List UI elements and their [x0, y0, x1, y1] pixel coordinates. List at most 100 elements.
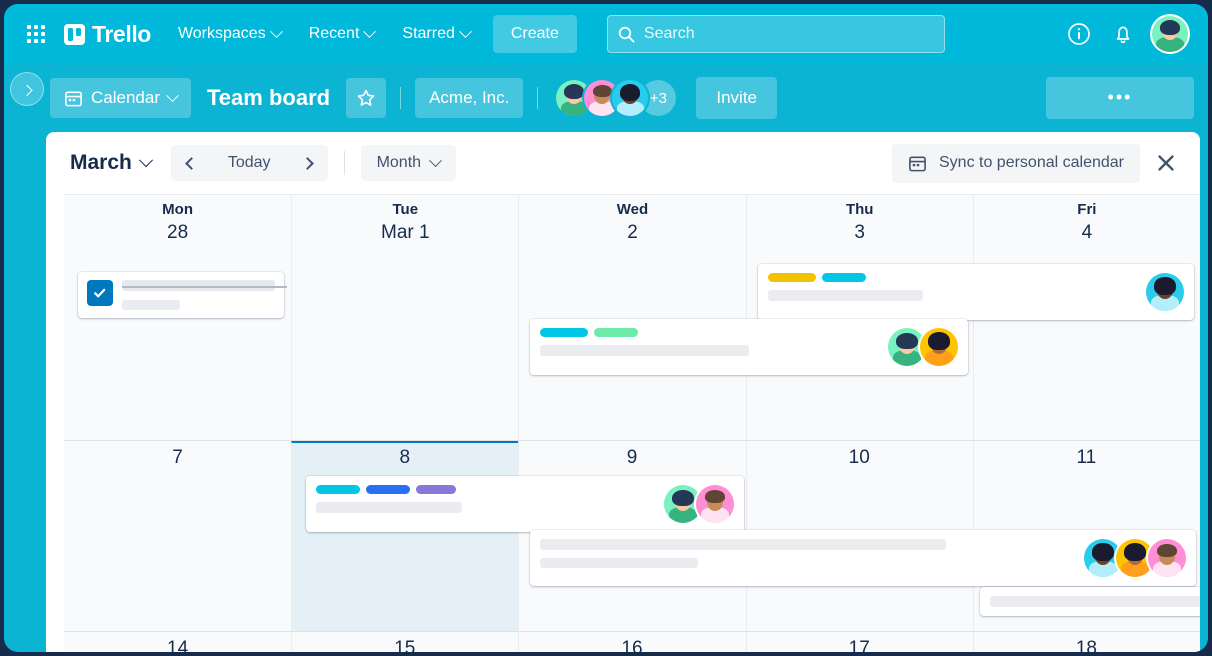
previous-period-button[interactable] — [171, 150, 212, 177]
calendar-week-row: 14 15 16 17 18 — [64, 632, 1200, 652]
day-cell-17[interactable] — [746, 632, 973, 652]
weekday-date: 28 — [64, 222, 291, 244]
day-cell-14[interactable] — [64, 632, 291, 652]
weekday-name: Thu — [747, 201, 973, 218]
top-navigation-bar: Trello Workspaces Recent Starred Create — [4, 4, 1208, 64]
chevron-down-icon — [429, 154, 442, 167]
nav-recent-label: Recent — [309, 25, 360, 43]
calendar-icon — [64, 89, 83, 108]
card-checkbox-checked[interactable] — [87, 280, 113, 306]
search-icon — [618, 26, 635, 43]
calendar-week-row: 7 8 9 10 11 — [64, 441, 1200, 632]
calendar-card[interactable] — [530, 530, 1196, 586]
chevron-down-icon — [364, 25, 377, 38]
trello-logo-icon — [64, 24, 85, 45]
weekday-date: 4 — [974, 222, 1200, 244]
card-members — [1138, 273, 1184, 311]
weekday-name: Fri — [974, 201, 1200, 218]
chevron-down-icon — [459, 25, 472, 38]
member-avatar[interactable] — [1148, 539, 1186, 577]
card-title-placeholder — [540, 539, 946, 550]
weekday-header-cell: Thu 3 — [746, 195, 973, 252]
card-content — [768, 273, 1129, 301]
label-chip-cyan — [540, 328, 588, 337]
day-cell-18[interactable] — [973, 632, 1200, 652]
nav-starred[interactable]: Starred — [391, 18, 480, 50]
nav-recent[interactable]: Recent — [298, 18, 386, 50]
workspace-button[interactable]: Acme, Inc. — [415, 78, 523, 118]
user-avatar[interactable] — [1152, 16, 1188, 52]
member-avatar[interactable] — [1146, 273, 1184, 311]
calendar-card[interactable] — [980, 587, 1200, 616]
chevron-left-icon — [185, 157, 198, 170]
calendar-toolbar-right: Sync to personal calendar — [892, 144, 1184, 183]
info-icon[interactable] — [1064, 19, 1094, 49]
star-board-button[interactable] — [346, 78, 386, 118]
chevron-down-icon — [139, 153, 153, 167]
calendar-card[interactable] — [530, 319, 968, 375]
weekday-name: Wed — [519, 201, 745, 218]
top-nav-right-group — [1064, 16, 1192, 52]
card-members — [1076, 539, 1186, 577]
nav-workspaces[interactable]: Workspaces — [167, 18, 292, 50]
week-day-columns — [64, 632, 1200, 652]
card-title-placeholder — [122, 280, 275, 291]
calendar-grid: 7 8 9 10 11 — [64, 250, 1200, 652]
card-meta-placeholder — [540, 558, 698, 568]
card-labels — [540, 328, 871, 337]
card-title-placeholder — [540, 345, 749, 356]
notifications-bell-icon[interactable] — [1108, 19, 1138, 49]
period-range-label: Month — [377, 154, 421, 172]
chevron-right-icon — [301, 157, 314, 170]
trello-logo[interactable]: Trello — [58, 21, 161, 48]
card-members — [880, 328, 958, 366]
sync-calendar-button[interactable]: Sync to personal calendar — [892, 144, 1140, 183]
weekday-header-cell: Fri 4 — [973, 195, 1200, 252]
close-calendar-button[interactable] — [1148, 145, 1184, 181]
card-labels — [768, 273, 1129, 282]
day-cell-16[interactable] — [518, 632, 745, 652]
calendar-toolbar: March Today Month — [46, 132, 1200, 194]
chevron-right-icon — [21, 85, 32, 96]
divider — [344, 151, 345, 175]
month-selector[interactable]: March — [62, 145, 159, 181]
weekday-header-cell: Wed 2 — [518, 195, 745, 252]
create-button[interactable]: Create — [493, 15, 577, 53]
current-month-label: March — [70, 151, 132, 175]
member-avatar[interactable] — [696, 485, 734, 523]
period-range-selector[interactable]: Month — [361, 145, 456, 181]
day-cell-07[interactable] — [64, 441, 291, 631]
weekday-header-cell: Tue Mar 1 — [291, 195, 518, 252]
card-labels — [316, 485, 647, 494]
weekday-name: Tue — [292, 201, 518, 218]
today-button[interactable]: Today — [212, 145, 287, 181]
card-title-placeholder — [768, 290, 923, 301]
date-navigation-group: Today — [171, 145, 328, 181]
card-meta-placeholder — [122, 300, 180, 310]
label-chip-purple — [416, 485, 456, 494]
search-input[interactable] — [644, 25, 934, 43]
day-cell-08-today[interactable] — [291, 441, 518, 631]
board-view-switcher[interactable]: Calendar — [50, 78, 191, 118]
member-avatar[interactable] — [920, 328, 958, 366]
label-chip-yellow — [768, 273, 816, 282]
divider — [537, 87, 538, 109]
weekday-name: Mon — [64, 201, 291, 218]
calendar-card[interactable] — [306, 476, 744, 532]
weekday-date: 2 — [519, 222, 745, 244]
chevron-down-icon — [270, 25, 283, 38]
nav-starred-label: Starred — [402, 25, 454, 43]
invite-button[interactable]: Invite — [696, 77, 777, 119]
day-cell-tue-01[interactable] — [291, 250, 518, 440]
search-box[interactable] — [607, 15, 945, 53]
day-cell-15[interactable] — [291, 632, 518, 652]
sidebar-expand-button[interactable] — [10, 72, 44, 106]
next-period-button[interactable] — [287, 150, 328, 177]
label-chip-cyan — [316, 485, 360, 494]
grid-apps-icon[interactable] — [20, 18, 52, 50]
calendar-card[interactable] — [758, 264, 1194, 320]
calendar-card[interactable] — [78, 272, 284, 318]
board-menu-button[interactable]: ••• — [1046, 77, 1194, 119]
member-avatar[interactable] — [612, 80, 648, 116]
label-chip-green — [594, 328, 638, 337]
